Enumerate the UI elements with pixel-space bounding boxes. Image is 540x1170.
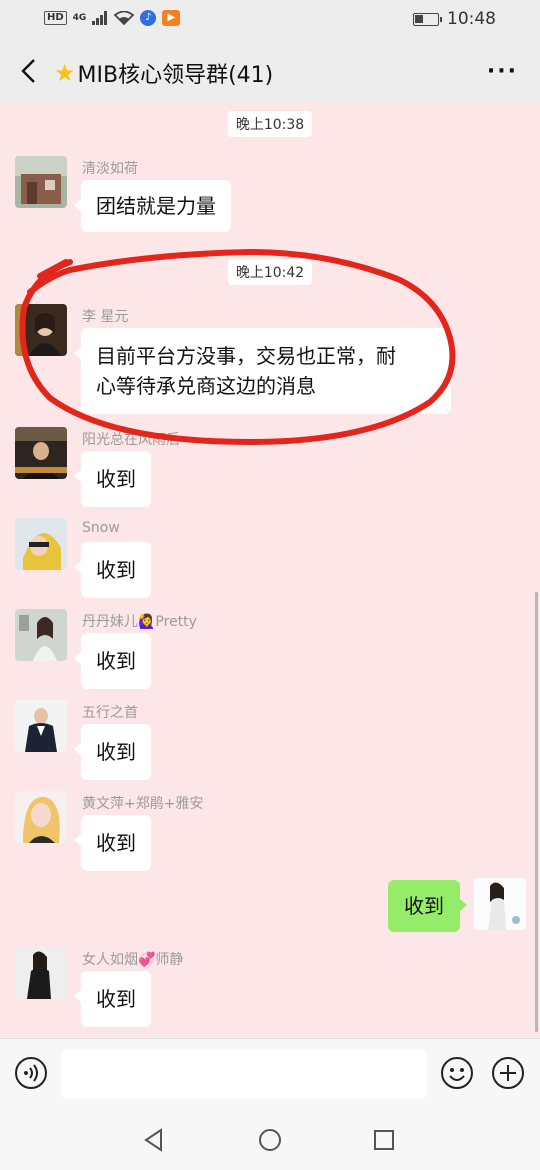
wifi-icon [114,11,135,25]
avatar[interactable] [15,947,67,999]
nav-home-icon[interactable] [258,1128,282,1152]
sender-name: 阳光总在风雨后 [82,432,180,448]
timestamp: 晚上10:38 [227,111,313,137]
more-options-icon[interactable]: ··· [487,59,518,84]
message-bubble[interactable]: 收到 [74,971,151,1027]
status-bar: HD 4G ♪ ▶ 10:48 [0,0,540,40]
sender-name: 清淡如荷 [82,161,138,177]
self-avatar[interactable] [474,878,526,930]
nav-recent-apps-icon[interactable] [373,1129,395,1151]
message-input[interactable] [62,1049,426,1099]
avatar[interactable] [15,609,67,661]
signal-icon [92,11,108,25]
status-left: HD 4G ♪ ▶ [44,10,181,26]
voice-input-icon[interactable] [14,1056,48,1090]
battery-icon [413,12,442,26]
video-app-icon: ▶ [162,10,181,26]
message-bubble[interactable]: 收到 [74,542,151,598]
star-icon: ★ [54,59,76,87]
emoji-icon[interactable] [440,1056,474,1090]
sender-name: 丹丹妹儿🙋‍♀️Pretty [82,614,197,630]
system-nav-bar [0,1108,540,1170]
message-line: 心等待承兑商这边的消息 [96,374,316,398]
sender-name: 女人如烟💞师静 [82,952,184,968]
input-bar [0,1038,540,1108]
sender-name: 黄文萍+郑鹃+雅安 [82,796,204,812]
chat-area[interactable]: 晚上10:38 清淡如荷 团结就是力量 晚上10:42 李 星元 目前平台方没事… [0,102,540,1038]
sender-name: 五行之首 [82,705,138,721]
avatar[interactable] [15,427,67,479]
message-bubble[interactable]: 目前平台方没事，交易也正常，耐 心等待承兑商这边的消息 [74,328,451,414]
nav-back-icon[interactable] [143,1128,165,1152]
network-type: 4G [72,13,87,23]
avatar[interactable] [15,304,67,356]
hd-indicator: HD [44,11,67,25]
message-bubble[interactable]: 团结就是力量 [74,180,231,232]
chat-header: ★ MIB核心领导群(41) ··· [0,40,540,102]
status-right: 10:48 [413,9,496,29]
timestamp: 晚上10:42 [227,259,313,285]
avatar[interactable] [15,156,67,208]
scrollbar[interactable] [535,592,538,1032]
clock: 10:48 [447,9,496,29]
plus-icon[interactable] [491,1056,525,1090]
message-bubble[interactable]: 收到 [74,815,151,871]
sender-name: 李 星元 [82,309,129,325]
message-bubble[interactable]: 收到 [74,451,151,507]
message-bubble[interactable]: 收到 [74,633,151,689]
self-message-bubble[interactable]: 收到 [388,880,467,932]
avatar[interactable] [15,700,67,752]
chat-title: ★ MIB核心领导群(41) [54,57,273,89]
back-arrow-icon[interactable] [18,58,42,84]
message-line: 目前平台方没事，交易也正常，耐 [96,344,396,368]
sender-name: Snow [82,520,120,536]
chat-title-text: MIB核心领导群(41) [77,63,274,88]
music-app-icon: ♪ [140,10,157,26]
avatar[interactable] [15,791,67,843]
message-bubble[interactable]: 收到 [74,724,151,780]
avatar[interactable] [15,518,67,570]
